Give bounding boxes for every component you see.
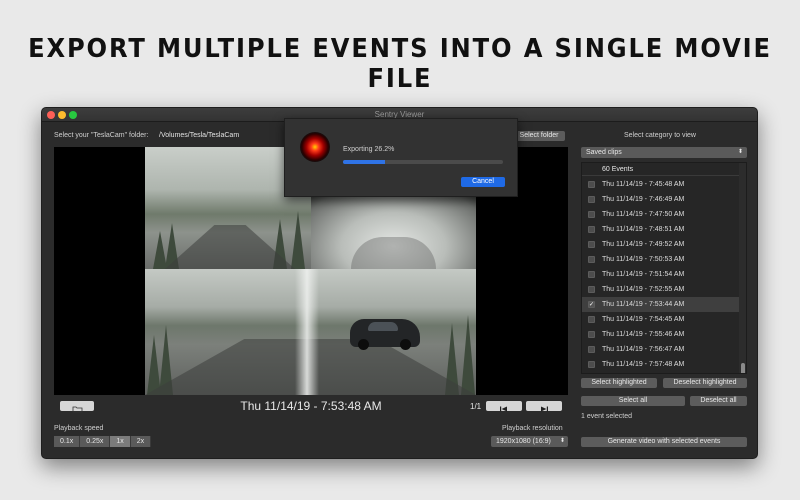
selection-status: 1 event selected [581, 413, 632, 420]
event-checkbox[interactable] [588, 196, 595, 203]
export-progress-bar [343, 160, 503, 164]
clip-page-count: 1/1 [470, 402, 482, 411]
event-row[interactable]: Thu 11/14/19 - 7:48:51 AM [582, 222, 740, 237]
export-progress-fill [343, 160, 385, 164]
event-row[interactable]: Thu 11/14/19 - 7:55:46 AM [582, 327, 740, 342]
playback-resolution-select[interactable]: 1920x1080 (16:9) ⬍ [491, 436, 568, 447]
generate-video-button[interactable]: Generate video with selected events [581, 437, 747, 447]
event-row[interactable]: Thu 11/14/19 - 7:56:47 AM [582, 342, 740, 357]
event-row[interactable]: Thu 11/14/19 - 7:54:45 AM [582, 312, 740, 327]
event-label: Thu 11/14/19 - 7:49:52 AM [602, 241, 685, 248]
next-clip-button[interactable] [526, 401, 562, 412]
playback-resolution-label: Playback resolution [502, 425, 563, 432]
event-label: Thu 11/14/19 - 7:53:44 AM [602, 301, 685, 308]
event-list[interactable]: 60 Events Thu 11/14/19 - 7:45:48 AM Thu 1… [581, 162, 747, 374]
chevron-updown-icon: ⬍ [559, 438, 565, 444]
deselect-all-button[interactable]: Deselect all [690, 396, 747, 406]
event-checkbox[interactable] [588, 271, 595, 278]
event-label: Thu 11/14/19 - 7:55:46 AM [602, 331, 685, 338]
export-status: Exporting 26.2% [343, 146, 395, 153]
speed-option-2x[interactable]: 2x [130, 436, 152, 447]
event-row[interactable]: Thu 11/14/19 - 7:57:48 AM [582, 357, 740, 372]
event-label: Thu 11/14/19 - 7:48:51 AM [602, 226, 685, 233]
category-select[interactable]: Saved clips ⬍ [581, 147, 747, 158]
event-row[interactable]: Thu 11/14/19 - 7:52:55 AM [582, 282, 740, 297]
select-highlighted-button[interactable]: Select highlighted [581, 378, 657, 388]
event-row[interactable]: Thu 11/14/19 - 7:47:50 AM [582, 207, 740, 222]
event-label: Thu 11/14/19 - 7:45:48 AM [602, 181, 685, 188]
event-row[interactable]: Thu 11/14/19 - 7:49:52 AM [582, 237, 740, 252]
event-checkbox[interactable] [588, 316, 595, 323]
event-label: Thu 11/14/19 - 7:57:48 AM [602, 361, 685, 368]
event-list-header: 60 Events [582, 163, 740, 176]
deselect-highlighted-button[interactable]: Deselect highlighted [663, 378, 747, 388]
cancel-export-button[interactable]: Cancel [461, 177, 505, 187]
event-list-scrollbar[interactable] [739, 163, 746, 373]
event-checkbox[interactable] [588, 181, 595, 188]
skip-next-icon [541, 406, 548, 412]
event-checkbox[interactable]: ✓ [588, 301, 595, 308]
select-all-button[interactable]: Select all [581, 396, 685, 406]
event-checkbox[interactable] [588, 346, 595, 353]
app-logo-icon [300, 132, 330, 162]
export-progress-dialog: Exporting 26.2% Cancel [284, 118, 518, 197]
event-checkbox[interactable] [588, 226, 595, 233]
playback-resolution-value: 1920x1080 (16:9) [496, 438, 551, 445]
app-window: Sentry Viewer Select your "TeslaCam" fol… [41, 107, 758, 459]
event-label: Thu 11/14/19 - 7:54:45 AM [602, 316, 685, 323]
playback-speed-control[interactable]: 0.1x 0.25x 1x 2x [54, 436, 152, 447]
chevron-updown-icon: ⬍ [737, 149, 743, 155]
event-checkbox[interactable] [588, 256, 595, 263]
rear-camera-view [311, 193, 476, 269]
event-row[interactable]: Thu 11/14/19 - 7:51:54 AM [582, 267, 740, 282]
speed-option-0-25x[interactable]: 0.25x [80, 436, 111, 447]
event-checkbox[interactable] [588, 211, 595, 218]
event-row[interactable]: Thu 11/14/19 - 7:45:48 AM [582, 177, 740, 192]
event-label: Thu 11/14/19 - 7:50:53 AM [602, 256, 685, 263]
category-label: Select category to view [624, 132, 696, 139]
event-label: Thu 11/14/19 - 7:52:55 AM [602, 286, 685, 293]
skip-previous-icon [500, 406, 507, 412]
playback-speed-label: Playback speed [54, 425, 104, 432]
event-label: Thu 11/14/19 - 7:47:50 AM [602, 211, 685, 218]
select-folder-button[interactable]: Select folder [513, 131, 565, 141]
speed-option-0-1x[interactable]: 0.1x [54, 436, 81, 447]
previous-clip-button[interactable] [486, 401, 522, 412]
category-value: Saved clips [586, 149, 622, 156]
folder-path-field[interactable]: /Volumes/Tesla/TeslaCam [159, 130, 289, 142]
event-checkbox[interactable] [588, 241, 595, 248]
event-list-scroll-thumb[interactable] [741, 363, 745, 373]
car-in-view [350, 319, 420, 350]
event-checkbox[interactable] [588, 361, 595, 368]
headline: EXPORT MULTIPLE EVENTS INTO A SINGLE MOV… [28, 34, 772, 94]
folder-prompt-label: Select your "TeslaCam" folder: [54, 132, 149, 139]
event-row[interactable]: ✓ Thu 11/14/19 - 7:53:44 AM [582, 297, 740, 312]
speed-option-1x[interactable]: 1x [110, 436, 131, 447]
event-row[interactable]: Thu 11/14/19 - 7:46:49 AM [582, 192, 740, 207]
event-label: Thu 11/14/19 - 7:51:54 AM [602, 271, 685, 278]
side-camera-view [145, 269, 476, 395]
event-label: Thu 11/14/19 - 7:46:49 AM [602, 196, 685, 203]
event-checkbox[interactable] [588, 331, 595, 338]
event-row[interactable]: Thu 11/14/19 - 7:50:53 AM [582, 252, 740, 267]
event-checkbox[interactable] [588, 286, 595, 293]
playback-controls: Thu 11/14/19 - 7:53:48 AM 1/1 [54, 397, 568, 415]
event-label: Thu 11/14/19 - 7:56:47 AM [602, 346, 685, 353]
